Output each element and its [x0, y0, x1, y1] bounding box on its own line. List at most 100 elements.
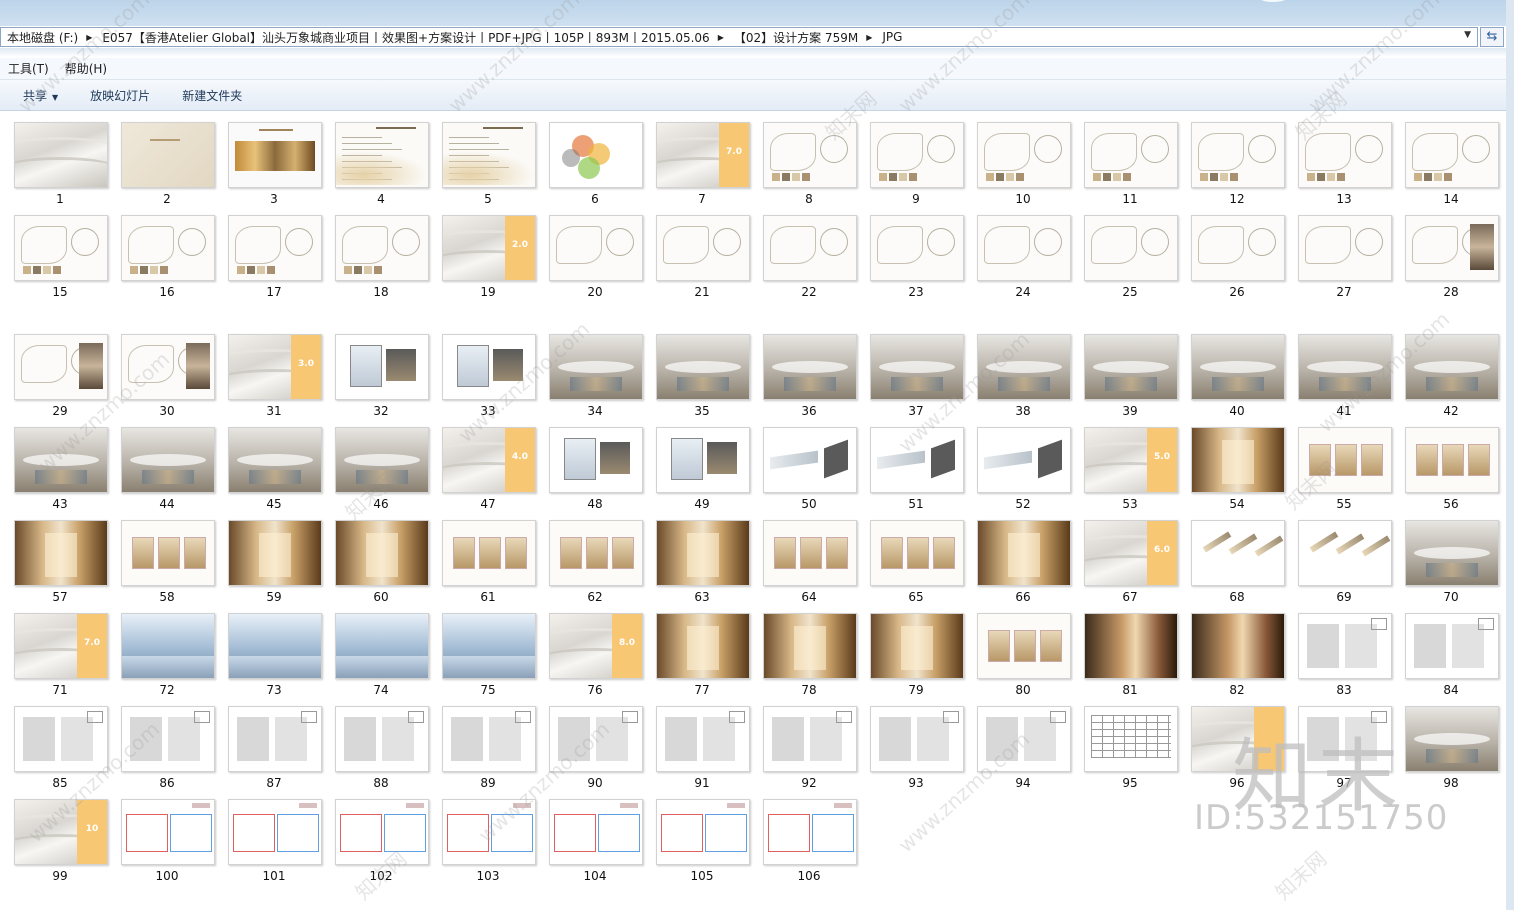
- file-thumbnail[interactable]: 5: [442, 122, 538, 206]
- file-name-label[interactable]: 11: [1084, 192, 1176, 206]
- file-thumbnail[interactable]: 93: [870, 706, 966, 790]
- file-thumbnail[interactable]: 9: [870, 122, 966, 206]
- file-name-label[interactable]: 78: [763, 683, 855, 697]
- file-preview-image[interactable]: [442, 520, 536, 586]
- file-thumbnail[interactable]: 40: [1191, 334, 1287, 418]
- file-thumbnail[interactable]: 94: [977, 706, 1073, 790]
- file-thumbnail[interactable]: 69: [1298, 520, 1394, 604]
- file-name-label[interactable]: 8: [763, 192, 855, 206]
- file-name-label[interactable]: 29: [14, 404, 106, 418]
- file-preview-image[interactable]: [442, 799, 536, 865]
- file-name-label[interactable]: 50: [763, 497, 855, 511]
- file-thumbnail[interactable]: 79: [870, 613, 966, 697]
- menu-help[interactable]: 帮助(H): [57, 60, 115, 77]
- file-preview-image[interactable]: [228, 706, 322, 772]
- file-preview-image[interactable]: [14, 427, 108, 493]
- file-thumbnail[interactable]: 89: [442, 706, 538, 790]
- file-preview-image[interactable]: [1084, 215, 1178, 281]
- file-name-label[interactable]: 31: [228, 404, 320, 418]
- file-name-label[interactable]: 5: [442, 192, 534, 206]
- file-thumbnail[interactable]: 62: [549, 520, 645, 604]
- file-thumbnail[interactable]: 34: [549, 334, 645, 418]
- file-preview-image[interactable]: [763, 799, 857, 865]
- file-thumbnail[interactable]: 55: [1298, 427, 1394, 511]
- file-name-label[interactable]: 73: [228, 683, 320, 697]
- file-name-label[interactable]: 41: [1298, 404, 1390, 418]
- file-preview-image[interactable]: [1084, 613, 1178, 679]
- file-name-label[interactable]: 28: [1405, 285, 1497, 299]
- slideshow-button[interactable]: 放映幻灯片: [81, 84, 159, 107]
- file-thumbnail[interactable]: 15: [14, 215, 110, 299]
- file-thumbnail[interactable]: 37: [870, 334, 966, 418]
- file-thumbnail[interactable]: 72: [121, 613, 217, 697]
- file-name-label[interactable]: 69: [1298, 590, 1390, 604]
- file-thumbnail[interactable]: 52: [977, 427, 1073, 511]
- file-preview-image[interactable]: 2.0: [442, 215, 536, 281]
- breadcrumb-drive[interactable]: 本地磁盘 (F:): [1, 29, 82, 46]
- file-preview-image[interactable]: [1191, 613, 1285, 679]
- file-thumbnail[interactable]: 73: [228, 613, 324, 697]
- share-button[interactable]: 共享 ▼: [14, 84, 67, 107]
- breadcrumb-project-folder[interactable]: E057【香港Atelier Global】汕头万象城商业项目丨效果图+方案设计…: [96, 29, 713, 46]
- file-thumbnail[interactable]: 18: [335, 215, 431, 299]
- file-thumbnail[interactable]: 78: [763, 613, 859, 697]
- file-preview-image[interactable]: 6.0: [1084, 520, 1178, 586]
- file-preview-image[interactable]: [1405, 122, 1499, 188]
- file-preview-image[interactable]: [228, 520, 322, 586]
- file-thumbnail[interactable]: 106: [763, 799, 859, 883]
- file-name-label[interactable]: 36: [763, 404, 855, 418]
- file-name-label[interactable]: 103: [442, 869, 534, 883]
- file-name-label[interactable]: 100: [121, 869, 213, 883]
- file-thumbnail[interactable]: 63: [656, 520, 752, 604]
- file-name-label[interactable]: 60: [335, 590, 427, 604]
- file-preview-image[interactable]: [1298, 520, 1392, 586]
- file-preview-image[interactable]: [228, 799, 322, 865]
- file-preview-image[interactable]: [549, 334, 643, 400]
- file-preview-image[interactable]: [442, 613, 536, 679]
- file-preview-image[interactable]: [763, 706, 857, 772]
- file-preview-image[interactable]: [549, 799, 643, 865]
- file-name-label[interactable]: 84: [1405, 683, 1497, 697]
- file-thumbnail[interactable]: 105: [656, 799, 752, 883]
- file-name-label[interactable]: 104: [549, 869, 641, 883]
- file-thumbnail[interactable]: 30: [121, 334, 217, 418]
- file-name-label[interactable]: 46: [335, 497, 427, 511]
- file-preview-image[interactable]: [549, 427, 643, 493]
- file-name-label[interactable]: 67: [1084, 590, 1176, 604]
- file-thumbnail[interactable]: 11: [1084, 122, 1180, 206]
- file-thumbnail[interactable]: 5.0 53: [1084, 427, 1180, 511]
- file-preview-image[interactable]: [121, 215, 215, 281]
- file-preview-image[interactable]: [763, 122, 857, 188]
- file-preview-image[interactable]: [870, 427, 964, 493]
- file-name-label[interactable]: 58: [121, 590, 213, 604]
- file-thumbnail[interactable]: 45: [228, 427, 324, 511]
- file-thumbnail[interactable]: 104: [549, 799, 645, 883]
- file-preview-image[interactable]: [121, 427, 215, 493]
- file-preview-image[interactable]: 10: [14, 799, 108, 865]
- file-preview-image[interactable]: [1084, 122, 1178, 188]
- file-preview-image[interactable]: [977, 520, 1071, 586]
- file-preview-image[interactable]: [549, 215, 643, 281]
- file-preview-image[interactable]: [1405, 427, 1499, 493]
- file-thumbnail[interactable]: 1: [14, 122, 110, 206]
- file-name-label[interactable]: 101: [228, 869, 320, 883]
- file-thumbnail[interactable]: 64: [763, 520, 859, 604]
- file-name-label[interactable]: 95: [1084, 776, 1176, 790]
- new-folder-button[interactable]: 新建文件夹: [173, 84, 251, 107]
- file-preview-image[interactable]: [335, 122, 429, 188]
- file-name-label[interactable]: 27: [1298, 285, 1390, 299]
- file-name-label[interactable]: 106: [763, 869, 855, 883]
- file-thumbnail[interactable]: 20: [549, 215, 645, 299]
- file-preview-image[interactable]: [549, 122, 643, 188]
- file-name-label[interactable]: 91: [656, 776, 748, 790]
- file-preview-image[interactable]: [977, 215, 1071, 281]
- file-thumbnail[interactable]: 95: [1084, 706, 1180, 790]
- file-thumbnail[interactable]: 32: [335, 334, 431, 418]
- file-preview-image[interactable]: [1405, 706, 1499, 772]
- file-name-label[interactable]: 94: [977, 776, 1069, 790]
- file-name-label[interactable]: 85: [14, 776, 106, 790]
- file-name-label[interactable]: 74: [335, 683, 427, 697]
- file-thumbnail[interactable]: 4: [335, 122, 431, 206]
- file-name-label[interactable]: 35: [656, 404, 748, 418]
- file-name-label[interactable]: 7: [656, 192, 748, 206]
